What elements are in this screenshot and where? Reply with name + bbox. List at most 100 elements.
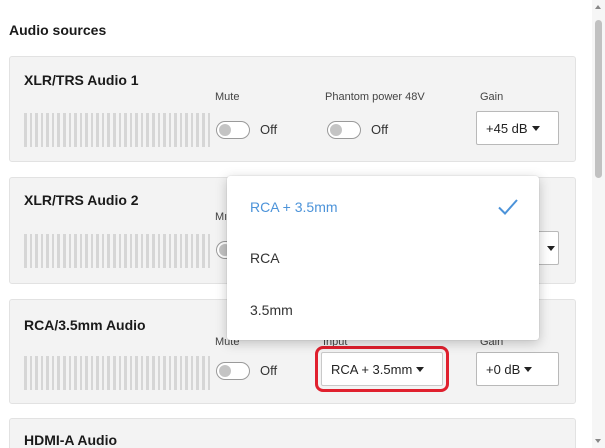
meter-bar (135, 234, 138, 268)
meter-bar (124, 356, 127, 390)
meter-bar (96, 356, 99, 390)
mute-toggle[interactable] (216, 121, 250, 139)
meter-bar (135, 113, 138, 147)
meter-bar (168, 234, 172, 268)
meter-bar (124, 113, 127, 147)
meter-bar (140, 113, 144, 147)
meter-bar (190, 113, 194, 147)
gain-value: +45 dB (486, 120, 528, 136)
gain-label: Gain (480, 91, 504, 103)
meter-bar (62, 234, 66, 268)
meter-bar (74, 234, 77, 268)
meter-bar (68, 356, 72, 390)
meter-bar (24, 234, 27, 268)
meter-bar (151, 113, 155, 147)
meter-bar (90, 356, 94, 390)
meter-bar (129, 356, 133, 390)
audio-level-meter (24, 113, 211, 147)
meter-bar (163, 234, 166, 268)
meter-bar (107, 234, 110, 268)
caret-down-icon (524, 366, 533, 372)
dropdown-option-3-5mm[interactable]: 3.5mm (227, 285, 539, 335)
meter-bar (118, 356, 122, 390)
meter-bar (96, 234, 99, 268)
meter-bar (40, 356, 44, 390)
meter-bar (35, 234, 38, 268)
option-label: RCA (250, 250, 280, 266)
card-title: HDMI-A Audio (24, 432, 118, 448)
meter-bar (146, 113, 149, 147)
card-title: XLR/TRS Audio 2 (24, 192, 139, 208)
meter-bar (57, 113, 60, 147)
meter-bar (68, 234, 72, 268)
meter-bar (151, 356, 155, 390)
gain-value: +0 dB (486, 361, 521, 377)
meter-bar (51, 356, 55, 390)
scroll-up-icon[interactable] (595, 5, 601, 9)
dropdown-option-rca[interactable]: RCA (227, 233, 539, 283)
meter-bar (29, 234, 33, 268)
meter-bar (101, 234, 105, 268)
meter-bar (35, 356, 38, 390)
meter-bar (163, 356, 166, 390)
caret-down-icon (531, 125, 540, 131)
meter-bar (79, 356, 83, 390)
meter-bar (196, 113, 199, 147)
meter-bar (157, 113, 161, 147)
vertical-scrollbar[interactable] (592, 0, 605, 448)
meter-bar (163, 113, 166, 147)
caret-down-icon (547, 245, 555, 251)
meter-bar (113, 113, 116, 147)
meter-bar (51, 113, 55, 147)
meter-bar (40, 234, 44, 268)
meter-bar (79, 113, 83, 147)
meter-bar (151, 234, 155, 268)
scroll-down-icon[interactable] (595, 439, 601, 443)
phantom-power-label: Phantom power 48V (325, 91, 425, 103)
meter-bar (113, 234, 116, 268)
meter-bar (196, 234, 199, 268)
meter-bar (101, 356, 105, 390)
meter-bar (190, 356, 194, 390)
meter-bar (90, 234, 94, 268)
meter-bar (157, 234, 161, 268)
meter-bar (174, 113, 177, 147)
mute-label: Mute (215, 91, 240, 103)
meter-bar (85, 234, 88, 268)
meter-bar (62, 113, 66, 147)
meter-bar (79, 234, 83, 268)
meter-bar (140, 234, 144, 268)
meter-bar (196, 356, 199, 390)
meter-bar (107, 113, 110, 147)
meter-bar (135, 356, 138, 390)
input-select[interactable]: RCA + 3.5mm (315, 346, 449, 392)
meter-bar (168, 113, 172, 147)
card-title: XLR/TRS Audio 1 (24, 72, 139, 88)
mute-label-partial: Mı (215, 211, 228, 223)
mute-state: Off (260, 122, 278, 137)
meter-bar (24, 113, 27, 147)
phantom-power-toggle[interactable] (327, 121, 361, 139)
meter-bar (57, 234, 60, 268)
mute-toggle[interactable] (216, 362, 250, 380)
option-label: RCA + 3.5mm (250, 199, 338, 215)
meter-bar (96, 113, 99, 147)
meter-bar (179, 356, 183, 390)
meter-bar (118, 234, 122, 268)
gain-select[interactable]: +0 dB (476, 352, 559, 386)
caret-down-icon (416, 366, 425, 372)
card-title: RCA/3.5mm Audio (24, 317, 146, 333)
meter-bar (202, 113, 205, 147)
meter-bar (46, 234, 49, 268)
input-value: RCA + 3.5mm (331, 361, 413, 377)
meter-bar (202, 234, 205, 268)
source-card-xlr-trs-1: XLR/TRS Audio 1 Mute Off Phantom power 4… (9, 56, 576, 162)
meter-bar (46, 356, 49, 390)
phantom-power-state: Off (371, 122, 389, 137)
meter-bar (40, 113, 44, 147)
scrollbar-thumb[interactable] (595, 20, 602, 178)
audio-level-meter (24, 356, 211, 390)
gain-select[interactable]: +45 dB (476, 111, 559, 145)
meter-bar (74, 113, 77, 147)
dropdown-option-rca-3-5mm[interactable]: RCA + 3.5mm (227, 182, 539, 232)
